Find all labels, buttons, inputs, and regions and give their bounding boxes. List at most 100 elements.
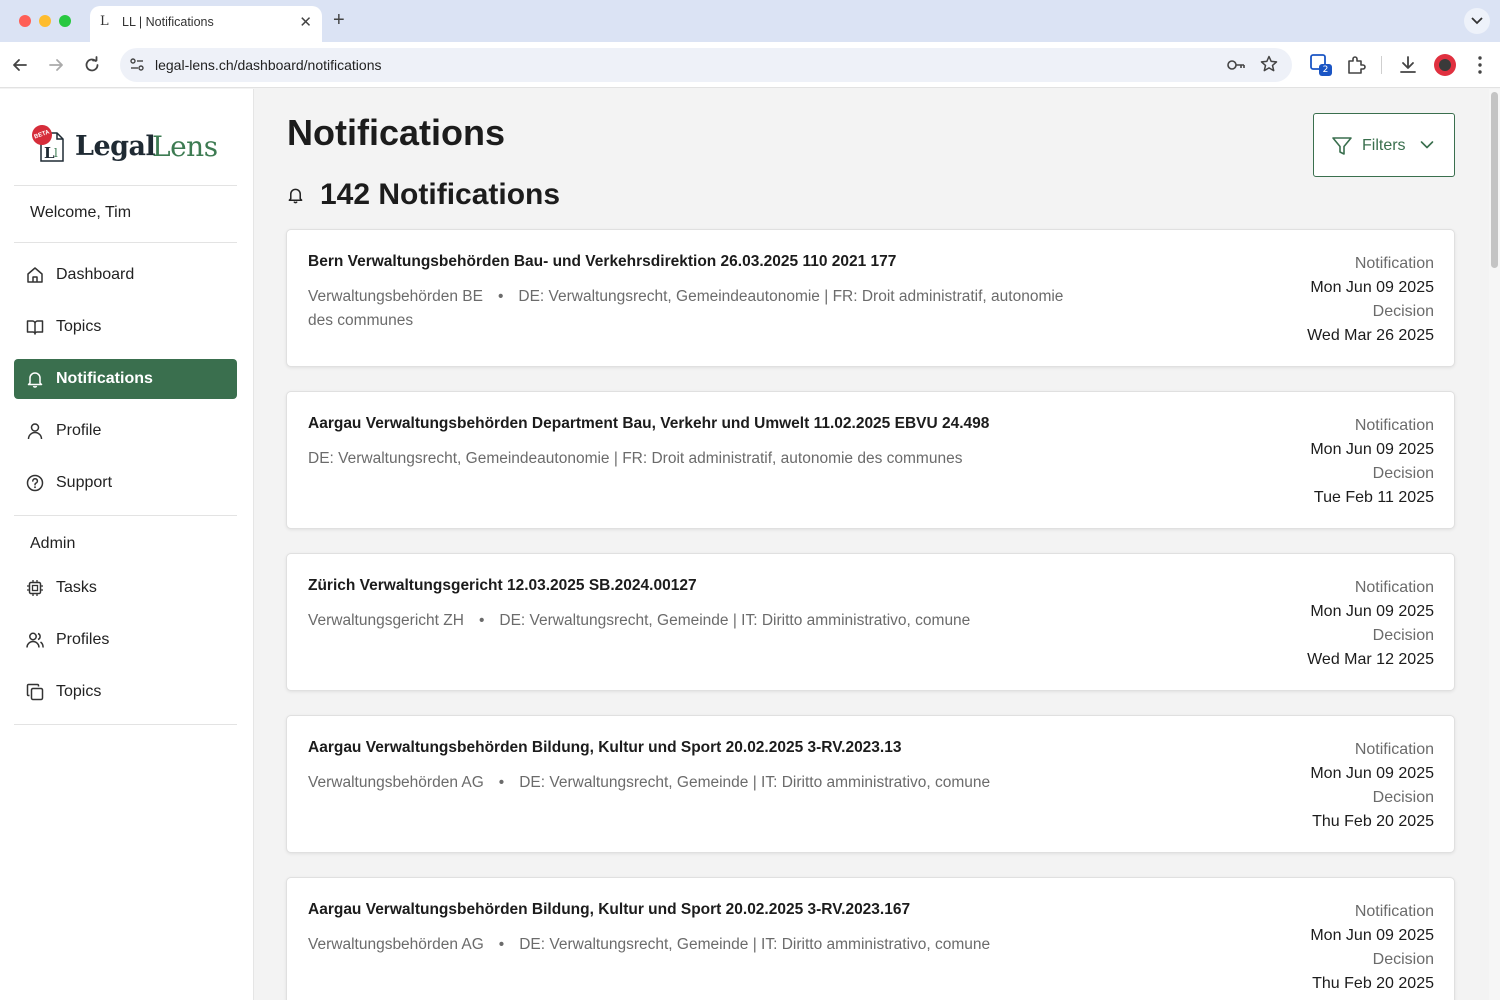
sidebar-divider [14,724,237,725]
new-tab-button[interactable]: + [333,9,345,31]
tab-search-button[interactable] [1464,8,1490,34]
notification-meta: Verwaltungsgericht ZH • DE: Verwaltungsrec… [308,609,1068,633]
sidebar-item-label: Support [56,474,113,491]
home-icon [27,267,43,283]
sidebar-item-dashboard[interactable]: Dashboard [14,255,237,295]
notification-topics: DE: Verwaltungsrecht, Gemeinde | IT: Dir… [499,612,971,629]
notification-date: Mon Jun 09 2025 [1310,927,1434,944]
browser-tab-active[interactable]: L LL | Notifications ✕ [90,6,322,42]
sidebar-divider [14,185,237,186]
notification-source: Verwaltungsbehörden AG [308,774,484,791]
filter-funnel-icon [1332,137,1352,155]
decision-date: Wed Mar 26 2025 [1307,327,1434,344]
notification-title[interactable]: Bern Verwaltungsbehörden Bau- und Verkeh… [308,253,896,271]
sidebar-item-support[interactable]: Support [14,463,237,503]
decision-date-label: Decision [1372,627,1434,644]
extensions-puzzle-icon[interactable] [1344,53,1368,77]
notification-meta: Verwaltungsbehörden AG • DE: Verwaltungsre… [308,771,1068,795]
svg-text:l: l [54,146,58,160]
notification-meta: Verwaltungsbehörden AG • DE: Verwaltungsre… [308,933,1068,957]
notification-date-label: Notification [1354,741,1434,758]
sidebar-item-admin-topics[interactable]: Topics [14,672,237,712]
sidebar-divider [14,515,237,516]
notification-source: Verwaltungsgericht ZH [308,612,464,629]
extension-translate-button[interactable]: 2 [1309,53,1333,77]
extension-badge: 2 [1319,64,1332,76]
site-settings-icon[interactable] [129,57,145,73]
decision-date-label: Decision [1372,465,1434,482]
notification-card[interactable]: Aargau Verwaltungsbehörden Department Ba… [286,391,1455,529]
sidebar-item-tasks[interactable]: Tasks [14,568,237,608]
notification-date-label: Notification [1354,579,1434,596]
reload-icon[interactable] [82,55,102,75]
avatar-image [1439,59,1451,71]
sidebar-item-label: Topics [56,318,102,335]
chevron-down-icon [1420,141,1434,149]
notification-dates: Notification Mon Jun 09 2025 Decision We… [1307,252,1434,348]
window-zoom-button[interactable] [59,15,71,27]
notification-card[interactable]: Aargau Verwaltungsbehörden Bildung, Kult… [286,877,1455,1000]
notification-card[interactable]: Zürich Verwaltungsgericht 12.03.2025 SB.… [286,553,1455,691]
bell-icon [27,372,43,388]
filters-button[interactable]: Filters [1313,113,1455,177]
sidebar-item-label: Tasks [56,579,97,596]
notification-date: Mon Jun 09 2025 [1310,765,1434,782]
notification-count: 142 Notifications [320,178,561,211]
bookmark-star-icon[interactable] [1260,55,1278,73]
notification-dates: Notification Mon Jun 09 2025 Decision Th… [1310,738,1434,834]
profile-avatar[interactable] [1434,54,1456,76]
sidebar-item-label: Topics [56,683,102,700]
legal-lens-logo[interactable]: L l BETA Legal Lens [29,122,232,169]
notification-date-label: Notification [1354,417,1434,434]
page-title: Notifications [287,112,506,153]
sidebar-item-label: Notifications [56,370,153,387]
page-scrollbar[interactable] [1489,89,1500,1000]
scrollbar-thumb[interactable] [1491,92,1498,268]
notification-topics: DE: Verwaltungsrecht, Gemeinde | IT: Dir… [519,774,991,791]
chevron-down-icon [1471,17,1483,25]
back-arrow-icon[interactable] [10,55,30,75]
tab-close-icon[interactable]: ✕ [299,13,312,31]
notification-source: Verwaltungsbehörden AG [308,936,484,953]
separator-dot: • [498,774,505,791]
decision-date-label: Decision [1372,303,1434,320]
notification-date: Mon Jun 09 2025 [1310,279,1434,296]
toolbar-divider [1381,56,1382,74]
notification-meta: DE: Verwaltungsrecht, Gemeindeautonomie … [308,447,1068,471]
notification-title[interactable]: Aargau Verwaltungsbehörden Department Ba… [308,415,989,433]
sidebar-item-profile[interactable]: Profile [14,411,237,451]
notification-dates: Notification Mon Jun 09 2025 Decision We… [1307,576,1434,672]
separator-dot: • [498,936,505,953]
window-close-button[interactable] [19,15,31,27]
notification-date: Mon Jun 09 2025 [1310,603,1434,620]
notification-title[interactable]: Aargau Verwaltungsbehörden Bildung, Kult… [308,901,910,919]
notification-card[interactable]: Aargau Verwaltungsbehörden Bildung, Kult… [286,715,1455,853]
separator-dot: • [478,612,485,629]
notification-date-label: Notification [1354,255,1434,272]
window-minimize-button[interactable] [39,15,51,27]
tab-favicon-icon: L [100,14,109,29]
password-key-icon[interactable] [1226,56,1246,74]
notification-title[interactable]: Aargau Verwaltungsbehörden Bildung, Kult… [308,739,901,757]
sidebar-item-label: Profile [56,422,102,439]
address-bar[interactable]: legal-lens.ch/dashboard/notifications [120,48,1292,82]
sidebar-item-label: Dashboard [56,266,135,283]
notification-card[interactable]: Bern Verwaltungsbehörden Bau- und Verkeh… [286,229,1455,367]
sidebar-item-notifications[interactable]: Notifications [14,359,237,399]
separator-dot: • [497,288,504,305]
welcome-text: Welcome, Tim [30,204,132,221]
download-icon[interactable] [1396,53,1420,77]
browser-tab-bar: L LL | Notifications ✕ + [0,0,1500,42]
decision-date: Thu Feb 20 2025 [1312,813,1434,830]
notification-meta: Verwaltungsbehörden BE • DE: Verwaltungsre… [308,285,1068,333]
forward-arrow-icon[interactable] [46,55,66,75]
sidebar-item-topics[interactable]: Topics [14,307,237,347]
sidebar-item-profiles[interactable]: Profiles [14,620,237,660]
notification-date-label: Notification [1354,903,1434,920]
admin-section-label: Admin [30,535,76,552]
sidebar-item-label: Profiles [56,631,110,648]
logo-word-legal: Legal [75,131,156,162]
browser-menu-icon[interactable] [1468,53,1492,77]
tab-title: LL | Notifications [122,15,214,29]
notification-title[interactable]: Zürich Verwaltungsgericht 12.03.2025 SB.… [308,577,697,595]
